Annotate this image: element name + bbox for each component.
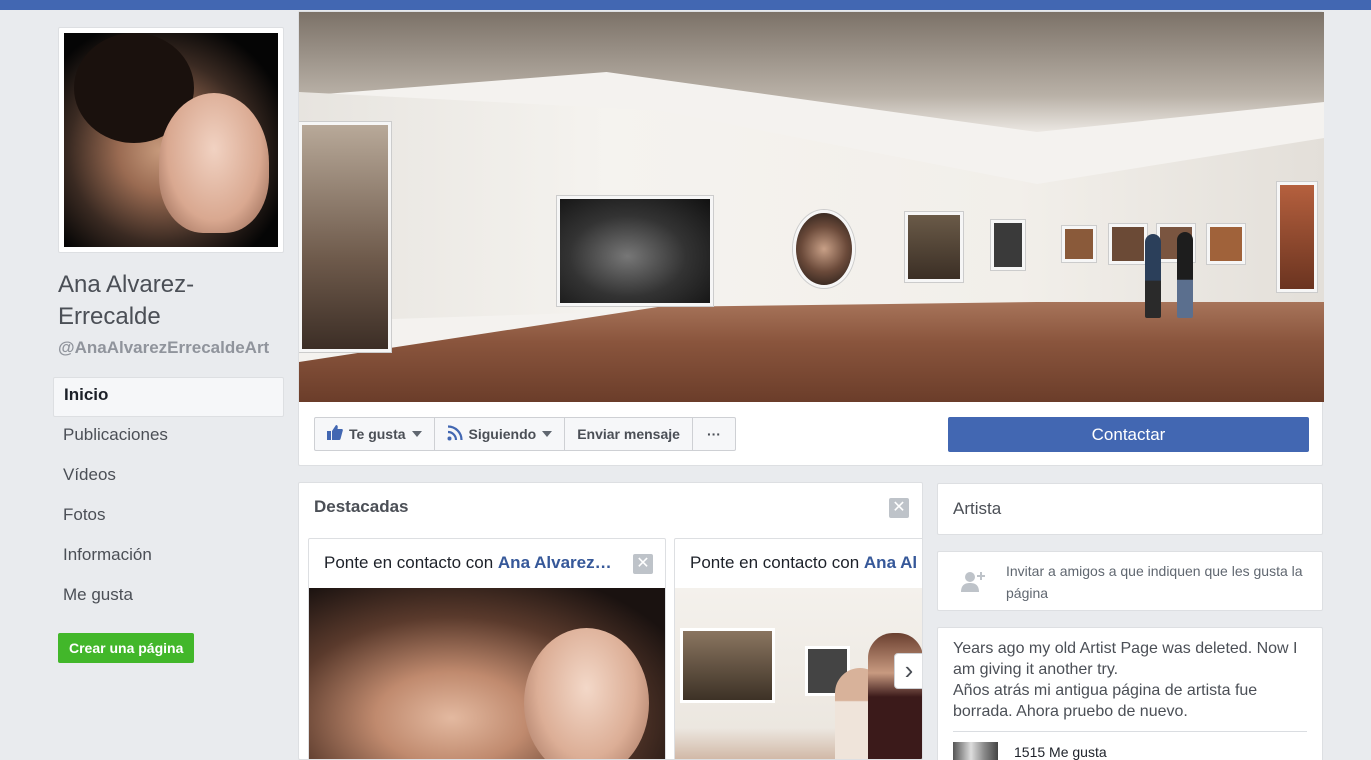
nav-item-me-gusta[interactable]: Me gusta xyxy=(53,577,284,617)
featured-photo-artwork xyxy=(680,628,775,703)
cover-visitor xyxy=(1177,232,1193,318)
contact-button[interactable]: Contactar xyxy=(948,417,1309,452)
cover-artwork xyxy=(793,210,855,288)
featured-card-title: Ponte en contacto con Ana Al xyxy=(690,553,917,573)
nav-item-informacion[interactable]: Información xyxy=(53,537,284,577)
featured-card-prefix: Ponte en contacto con xyxy=(324,553,498,572)
about-box: Years ago my old Artist Page was deleted… xyxy=(937,627,1323,760)
cover-artwork xyxy=(905,212,963,282)
page-username[interactable]: @AnaAlvarezErrecaldeArt xyxy=(58,337,269,359)
cover-artwork xyxy=(1062,226,1096,262)
more-icon: ··· xyxy=(706,426,721,442)
featured-title: Destacadas xyxy=(314,497,409,516)
featured-card-title: Ponte en contacto con Ana Alvarez… xyxy=(324,553,612,573)
like-button[interactable]: Te gusta xyxy=(315,418,435,450)
send-message-label: Enviar mensaje xyxy=(577,426,680,442)
following-button[interactable]: Siguiendo xyxy=(435,418,566,450)
featured-card-link[interactable]: Ana Alvarez… xyxy=(498,553,612,572)
invite-friends-text: Invitar a amigos a que indiquen que les … xyxy=(1006,563,1303,601)
chevron-down-icon xyxy=(411,431,422,437)
cover-photo[interactable] xyxy=(299,12,1324,402)
featured-card-prefix: Ponte en contacto con xyxy=(690,553,864,572)
send-message-button[interactable]: Enviar mensaje xyxy=(565,418,693,450)
featured-card-photo xyxy=(309,588,665,759)
like-button-label: Te gusta xyxy=(349,426,406,442)
featured-card[interactable]: Ponte en contacto con Ana Alvarez… ✕ xyxy=(308,538,666,759)
featured-photo-baby xyxy=(524,628,649,759)
featured-card[interactable]: Ponte en contacto con Ana Al xyxy=(674,538,922,759)
about-text: Años atrás mi antigua página de artista … xyxy=(953,682,1258,720)
cover-artwork xyxy=(1207,224,1245,264)
thumbs-up-icon xyxy=(327,425,343,443)
top-navigation-bar xyxy=(0,0,1371,10)
cover-artwork xyxy=(299,122,391,352)
profile-photo xyxy=(64,33,278,247)
profile-picture[interactable] xyxy=(58,27,284,253)
profile-photo-baby xyxy=(159,93,269,233)
rss-icon xyxy=(447,424,463,444)
chevron-down-icon xyxy=(542,431,553,437)
page-navigation: Inicio Publicaciones Vídeos Fotos Inform… xyxy=(53,377,284,617)
divider xyxy=(953,731,1307,732)
nav-item-publicaciones[interactable]: Publicaciones xyxy=(53,417,284,457)
add-friend-icon xyxy=(960,568,986,594)
featured-card-link[interactable]: Ana Al xyxy=(864,553,917,572)
likes-thumbnail xyxy=(953,742,998,760)
invite-friends-box[interactable]: Invitar a amigos a que indiquen que les … xyxy=(937,551,1323,611)
nav-item-fotos[interactable]: Fotos xyxy=(53,497,284,537)
close-icon[interactable]: ✕ xyxy=(633,554,653,574)
following-button-label: Siguiendo xyxy=(468,426,537,442)
cover-card: Te gusta Siguiendo Enviar mensaje ··· Co… xyxy=(298,11,1324,466)
cover-artwork xyxy=(1109,224,1147,264)
featured-section: Destacadas ✕ Ponte en contacto con Ana A… xyxy=(298,482,923,760)
chevron-right-icon[interactable]: › xyxy=(894,653,922,689)
close-icon[interactable]: ✕ xyxy=(889,498,909,518)
cover-artwork xyxy=(1277,182,1317,292)
page-action-bar: Te gusta Siguiendo Enviar mensaje ··· xyxy=(314,417,736,451)
nav-item-videos[interactable]: Vídeos xyxy=(53,457,284,497)
page-title[interactable]: Ana Alvarez-Errecalde xyxy=(58,269,278,333)
likes-row[interactable]: 1515 Me gusta xyxy=(953,740,1307,760)
cover-wall xyxy=(299,92,1324,322)
cover-artwork xyxy=(557,196,713,306)
page-category[interactable]: Artista xyxy=(937,483,1323,535)
likes-count: 1515 Me gusta xyxy=(1014,744,1107,760)
create-page-button[interactable]: Crear una página xyxy=(58,633,195,663)
about-text: Years ago my old Artist Page was deleted… xyxy=(953,640,1298,678)
cover-visitor xyxy=(1145,234,1161,318)
more-options-button[interactable]: ··· xyxy=(693,418,735,450)
cover-artwork xyxy=(991,220,1025,270)
nav-item-inicio[interactable]: Inicio xyxy=(53,377,284,417)
featured-card-photo xyxy=(675,588,922,759)
